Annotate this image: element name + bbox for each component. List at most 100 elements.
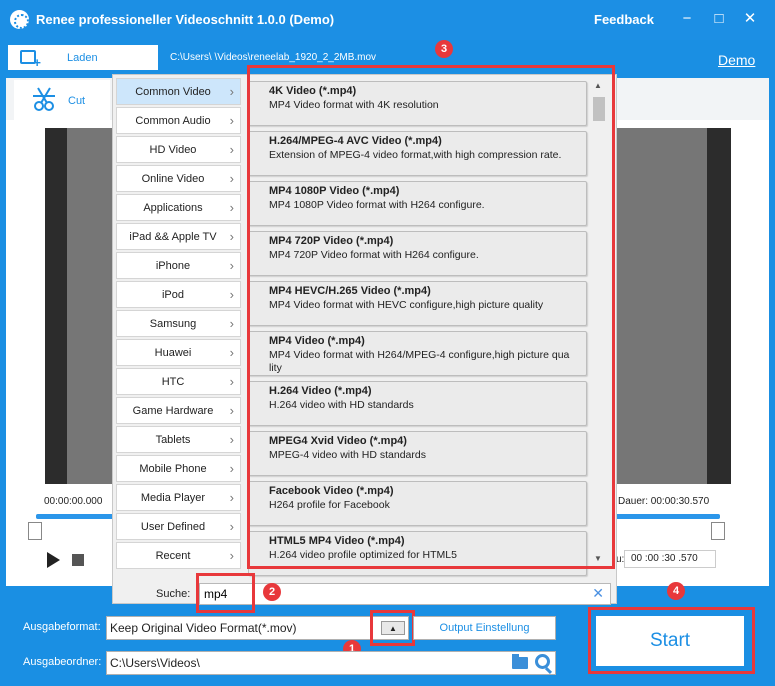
category-item[interactable]: Applications › — [116, 194, 241, 221]
category-item[interactable]: Media Player › — [116, 484, 241, 511]
window-title: Renee professioneller Videoschnitt 1.0.0… — [36, 12, 335, 27]
category-item[interactable]: Game Hardware › — [116, 397, 241, 424]
step-badge-4: 4 — [667, 582, 685, 600]
category-item[interactable]: Mobile Phone › — [116, 455, 241, 482]
format-description: MP4 Video format with 4K resolution — [269, 99, 439, 111]
category-label: Samsung — [149, 318, 197, 330]
category-label: iPad && Apple TV — [129, 231, 217, 243]
category-label: Common Video — [135, 86, 211, 98]
format-description: MP4 720P Video format with H264 configur… — [269, 249, 479, 261]
minimize-icon[interactable]: − — [678, 10, 696, 28]
format-title: Facebook Video (*.mp4) — [269, 485, 394, 497]
format-item[interactable]: MP4 HEVC/H.265 Video (*.mp4) MP4 Video fo… — [248, 281, 587, 326]
output-folder-label: Ausgabeordner: — [23, 656, 102, 668]
chevron-up-icon[interactable]: ▲ — [381, 621, 405, 635]
category-label: Media Player — [140, 492, 206, 504]
chevron-right-icon: › — [229, 258, 234, 273]
chevron-right-icon: › — [229, 316, 234, 331]
format-description: H264 profile for Facebook — [269, 499, 390, 511]
output-folder-field[interactable]: C:\Users\Videos\ — [106, 651, 556, 675]
title-bar: Renee professioneller Videoschnitt 1.0.0… — [0, 0, 775, 40]
search-field[interactable]: ✕ — [199, 583, 611, 605]
format-description: MP4 Video format with HEVC configure,hig… — [269, 299, 544, 311]
format-item[interactable]: 4K Video (*.mp4) MP4 Video format with 4K… — [248, 81, 587, 126]
category-item[interactable]: Recent › — [116, 542, 241, 569]
category-item[interactable]: User Defined › — [116, 513, 241, 540]
category-label: Applications — [143, 202, 203, 214]
format-item[interactable]: MPEG4 Xvid Video (*.mp4) MPEG-4 video wit… — [248, 431, 587, 476]
close-icon[interactable]: ✕ — [741, 10, 759, 28]
format-item[interactable]: MP4 Video (*.mp4) MP4 Video format with H… — [248, 331, 587, 376]
search-input[interactable] — [204, 586, 584, 602]
start-button[interactable]: Start — [596, 616, 744, 666]
step-badge-2: 2 — [263, 583, 281, 601]
end-trim-handle[interactable] — [711, 522, 725, 540]
clear-search-icon[interactable]: ✕ — [592, 585, 604, 602]
format-description: MP4 Video format with H264/MPEG-4 config… — [269, 349, 570, 374]
play-button[interactable] — [47, 552, 60, 568]
search-icon[interactable] — [535, 654, 550, 669]
category-label: Mobile Phone — [139, 463, 207, 475]
output-format-select[interactable]: Keep Original Video Format(*.mov) ▲ — [106, 616, 409, 640]
chevron-right-icon: › — [229, 229, 234, 244]
category-label: Game Hardware — [132, 405, 214, 417]
format-item[interactable]: MP4 1080P Video (*.mp4) MP4 1080P Video f… — [248, 181, 587, 226]
output-folder-value: C:\Users\Videos\ — [110, 656, 200, 670]
category-item[interactable]: iPhone › — [116, 252, 241, 279]
output-format-value: Keep Original Video Format(*.mov) — [110, 621, 297, 635]
category-item[interactable]: iPod › — [116, 281, 241, 308]
app-logo-icon — [10, 10, 29, 29]
category-label: User Defined — [140, 521, 206, 533]
category-item[interactable]: iPad && Apple TV › — [116, 223, 241, 250]
load-button[interactable]: Laden — [8, 45, 158, 70]
format-item[interactable]: HTML5 MP4 Video (*.mp4) H.264 video profi… — [248, 531, 587, 576]
scrollbar-thumb[interactable] — [593, 97, 605, 121]
start-trim-handle[interactable] — [28, 522, 42, 540]
format-list-scrollbar[interactable]: ▲ ▼ — [591, 79, 607, 565]
format-item[interactable]: Facebook Video (*.mp4) H264 profile for F… — [248, 481, 587, 526]
category-item[interactable]: HD Video › — [116, 136, 241, 163]
output-settings-button[interactable]: Output Einstellung — [413, 616, 556, 640]
end-time-field[interactable]: 00 :00 :30 .570 — [624, 550, 716, 568]
category-label: iPhone — [155, 260, 191, 272]
format-description: MPEG-4 video with HD standards — [269, 449, 426, 461]
format-title: HTML5 MP4 Video (*.mp4) — [269, 535, 405, 547]
tab-cut[interactable]: Cut — [14, 80, 110, 120]
step-badge-3: 3 — [435, 40, 453, 58]
chevron-right-icon: › — [229, 287, 234, 302]
category-item[interactable]: HTC › — [116, 368, 241, 395]
format-description: H.264 video with HD standards — [269, 399, 414, 411]
category-item[interactable]: Huawei › — [116, 339, 241, 366]
demo-link[interactable]: Demo — [718, 52, 755, 68]
start-time: 00:00:00.000 — [44, 496, 103, 507]
chevron-right-icon: › — [229, 403, 234, 418]
folder-icon[interactable] — [512, 654, 528, 669]
output-format-label: Ausgabeformat: — [23, 621, 101, 633]
category-item[interactable]: Common Audio › — [116, 107, 241, 134]
format-title: MPEG4 Xvid Video (*.mp4) — [269, 435, 407, 447]
scroll-down-icon[interactable]: ▼ — [594, 554, 602, 563]
category-item[interactable]: Samsung › — [116, 310, 241, 337]
format-item[interactable]: H.264 Video (*.mp4) H.264 video with HD s… — [248, 381, 587, 426]
format-description: H.264 video profile optimized for HTML5 — [269, 549, 457, 561]
chevron-right-icon: › — [229, 345, 234, 360]
format-item[interactable]: H.264/MPEG-4 AVC Video (*.mp4) Extension … — [248, 131, 587, 176]
tab-cut-label: Cut — [68, 95, 86, 107]
search-label: Suche: — [156, 588, 191, 600]
format-title: H.264 Video (*.mp4) — [269, 385, 372, 397]
scroll-up-icon[interactable]: ▲ — [594, 81, 602, 90]
category-item[interactable]: Common Video › — [116, 78, 241, 105]
feedback-link[interactable]: Feedback — [594, 12, 654, 27]
category-item[interactable]: Online Video › — [116, 165, 241, 192]
format-title: MP4 HEVC/H.265 Video (*.mp4) — [269, 285, 431, 297]
format-item[interactable]: MP4 720P Video (*.mp4) MP4 720P Video for… — [248, 231, 587, 276]
maximize-icon[interactable]: □ — [710, 10, 728, 28]
category-label: HD Video — [149, 144, 197, 156]
stop-button[interactable] — [72, 554, 84, 566]
current-file-path: C:\Users\ \Videos\reneelab_1920_2_2MB.mo… — [170, 52, 377, 63]
duration-label: Dauer: 00:00:30.570 — [618, 496, 710, 507]
category-item[interactable]: Tablets › — [116, 426, 241, 453]
format-picker: Common Video › Common Audio › HD Video › Onlin… — [112, 74, 617, 604]
category-label: Huawei — [154, 347, 192, 359]
chevron-right-icon: › — [229, 461, 234, 476]
